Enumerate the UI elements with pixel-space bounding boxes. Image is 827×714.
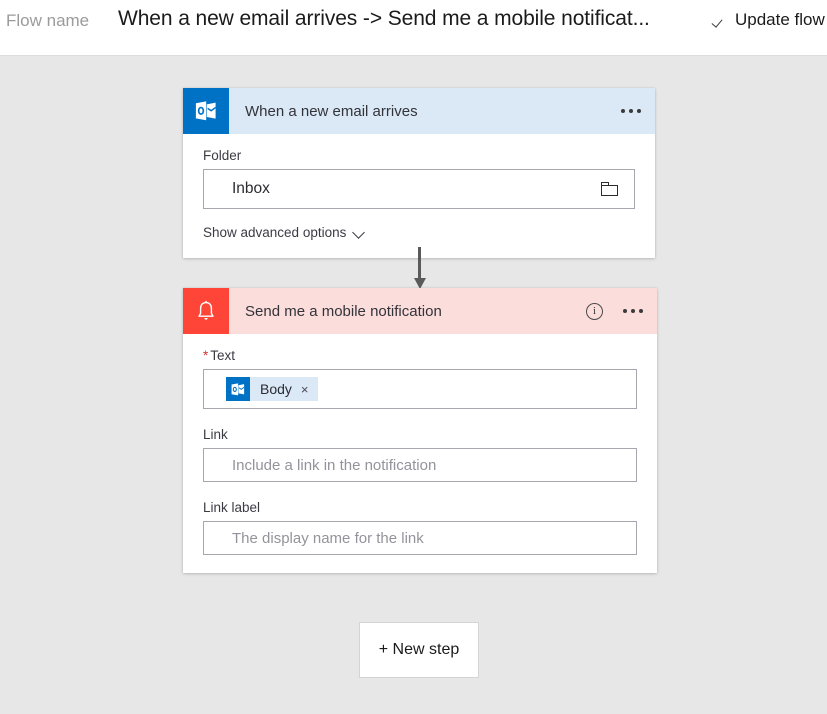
text-label: * Text: [203, 348, 637, 363]
action-header-actions: [586, 288, 643, 334]
folder-icon[interactable]: [601, 181, 620, 197]
trigger-card-body: Folder Inbox Show advanced options: [183, 134, 655, 258]
trigger-header-actions: [621, 88, 641, 134]
action-card-body: * Text Body × Link Include a link in the…: [183, 334, 657, 573]
link-input[interactable]: Include a link in the notification: [203, 448, 637, 482]
bell-icon: [183, 288, 229, 334]
ellipsis-dot: [623, 309, 627, 313]
ellipsis-icon[interactable]: [623, 309, 643, 313]
ellipsis-dot: [637, 109, 641, 113]
info-icon[interactable]: [586, 302, 603, 320]
link-label-label: Link label: [203, 500, 261, 515]
flow-canvas: When a new email arrives Folder Inbox Sh…: [0, 56, 827, 714]
ellipsis-dot: [629, 109, 633, 113]
check-icon: [713, 13, 728, 28]
dynamic-content-token[interactable]: Body ×: [226, 377, 318, 401]
outlook-icon: [183, 88, 229, 134]
trigger-card-header[interactable]: When a new email arrives: [183, 88, 655, 134]
token-label: Body: [260, 381, 292, 397]
connector-arrow-shaft: [418, 247, 421, 280]
ellipsis-dot: [639, 309, 643, 313]
text-field-group: * Text Body ×: [203, 348, 637, 409]
required-marker: *: [203, 348, 209, 363]
link-label-field-group: Link label The display name for the link: [203, 500, 637, 555]
action-card-header[interactable]: Send me a mobile notification: [183, 288, 657, 334]
show-advanced-options-label: Show advanced options: [203, 225, 347, 240]
folder-label: Folder: [203, 148, 242, 163]
folder-value: Inbox: [232, 180, 270, 197]
folder-input[interactable]: Inbox: [203, 169, 635, 209]
show-advanced-options-toggle[interactable]: Show advanced options: [203, 225, 365, 240]
ellipsis-dot: [621, 109, 625, 113]
top-bar: Flow name When a new email arrives -> Se…: [0, 0, 827, 56]
trigger-card[interactable]: When a new email arrives Folder Inbox Sh…: [183, 88, 655, 258]
link-label-input[interactable]: The display name for the link: [203, 521, 637, 555]
trigger-card-title: When a new email arrives: [245, 102, 418, 120]
link-field-group: Link Include a link in the notification: [203, 427, 637, 482]
connector-arrow-icon: [414, 247, 426, 291]
action-card-title: Send me a mobile notification: [245, 302, 442, 320]
ellipsis-dot: [631, 309, 635, 313]
link-label: Link: [203, 427, 228, 442]
text-label-text: Text: [210, 348, 236, 363]
outlook-icon: [226, 377, 250, 401]
close-icon[interactable]: ×: [301, 383, 318, 396]
ellipsis-icon[interactable]: [621, 109, 641, 113]
new-step-button[interactable]: + New step: [359, 622, 479, 678]
action-card[interactable]: Send me a mobile notification *Text: [183, 288, 657, 573]
update-flow-label: Update flow: [735, 10, 825, 29]
flow-name-label: Flow name: [6, 11, 90, 30]
update-flow-button[interactable]: Update flow: [713, 10, 825, 30]
folder-field-group: Folder Inbox: [203, 148, 635, 209]
chevron-down-icon: [353, 227, 365, 239]
text-input[interactable]: Body ×: [203, 369, 637, 409]
flow-title[interactable]: When a new email arrives -> Send me a mo…: [118, 7, 650, 31]
